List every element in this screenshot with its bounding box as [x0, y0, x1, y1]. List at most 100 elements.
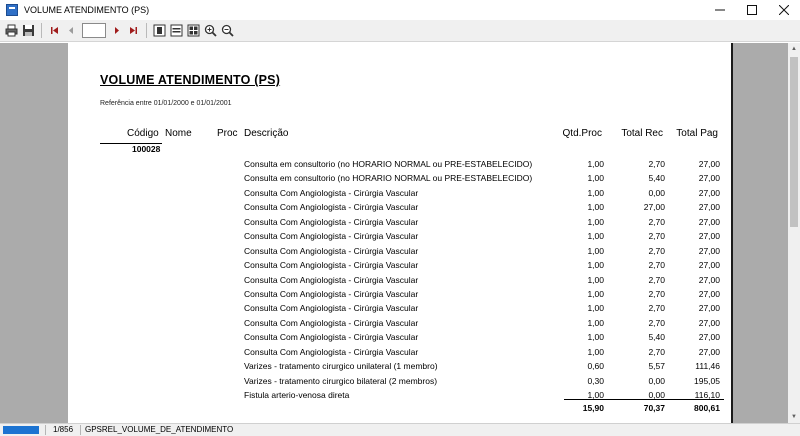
column-header-proc: Proc [217, 128, 238, 139]
total-pag: 800,61 [694, 403, 720, 413]
row-total-pag: 27,00 [698, 317, 720, 328]
row-description: Consulta Com Angiologista - Cirúrgia Vas… [244, 245, 419, 256]
row-total-rec: 2,70 [648, 303, 665, 314]
status-separator [80, 425, 81, 435]
next-page-icon [114, 27, 119, 34]
page-width-button[interactable] [168, 23, 184, 39]
next-page-button[interactable] [108, 23, 124, 39]
maximize-button[interactable] [736, 0, 768, 20]
previous-page-button[interactable] [63, 23, 79, 39]
row-qtd-proc: 1,00 [587, 260, 604, 271]
print-button[interactable] [3, 23, 19, 39]
row-total-rec: 2,70 [648, 288, 665, 299]
row-qtd-proc: 1,00 [587, 332, 604, 343]
row-total-rec: 2,70 [648, 159, 665, 169]
report-rows: Consulta em consultorio (no HORARIO NORM… [68, 157, 733, 402]
first-page-button[interactable] [46, 23, 62, 39]
window-title: VOLUME ATENDIMENTO (PS) [24, 5, 150, 15]
row-total-rec: 0,00 [648, 375, 665, 386]
page-number-input[interactable] [82, 23, 106, 38]
column-header-qtd-proc: Qtd.Proc [562, 128, 602, 139]
table-row: Consulta em consultorio (no HORARIO NORM… [68, 171, 733, 185]
table-row: Consulta Com Angiologista - Cirúrgia Vas… [68, 258, 733, 272]
row-qtd-proc: 0,60 [587, 361, 604, 372]
column-header-nome: Nome [165, 128, 192, 139]
row-description: Consulta Com Angiologista - Cirúrgia Vas… [244, 187, 419, 198]
row-total-rec: 5,40 [648, 332, 665, 343]
row-qtd-proc: 1,00 [587, 216, 604, 227]
row-qtd-proc: 0,30 [587, 375, 604, 386]
toolbar-separator [146, 23, 147, 38]
row-total-pag: 27,00 [698, 245, 720, 256]
row-qtd-proc: 1,00 [587, 187, 604, 198]
zoom-out-button[interactable] [219, 23, 235, 39]
scroll-up-arrow-icon[interactable]: ▲ [788, 43, 800, 55]
maximize-icon [747, 5, 757, 15]
page-count: 1/856 [53, 425, 74, 434]
table-row: Consulta Com Angiologista - Cirúrgia Vas… [68, 345, 733, 359]
row-description: Consulta em consultorio (no HORARIO NORM… [244, 173, 533, 184]
row-total-pag: 27,00 [698, 187, 720, 198]
scroll-down-arrow-icon[interactable]: ▼ [788, 411, 800, 423]
row-qtd-proc: 1,00 [587, 202, 604, 213]
row-total-pag: 27,00 [698, 303, 720, 314]
group-code: 100028 [132, 144, 161, 154]
table-row: Varizes - tratamento cirurgico unilatera… [68, 359, 733, 373]
preview-toolbar [0, 20, 800, 42]
table-row: Consulta Com Angiologista - Cirúrgia Vas… [68, 186, 733, 200]
row-qtd-proc: 1,00 [587, 173, 604, 184]
scrollbar-thumb[interactable] [790, 57, 798, 227]
row-description: Consulta Com Angiologista - Cirúrgia Vas… [244, 216, 419, 227]
status-separator [45, 425, 46, 435]
row-total-rec: 2,70 [648, 317, 665, 328]
zoom-out-icon [221, 24, 234, 37]
save-button[interactable] [20, 23, 36, 39]
single-page-button[interactable] [151, 23, 167, 39]
row-total-rec: 0,00 [648, 187, 665, 198]
row-description: Consulta Com Angiologista - Cirúrgia Vas… [244, 231, 419, 242]
row-total-rec: 2,70 [648, 216, 665, 227]
column-header-codigo: Código [127, 128, 159, 139]
row-total-pag: 111,46 [695, 361, 720, 372]
report-reference: Referência entre 01/01/2000 e 01/01/2001 [100, 100, 232, 107]
vertical-scrollbar[interactable]: ▲ ▼ [788, 43, 800, 423]
row-description: Consulta Com Angiologista - Cirúrgia Vas… [244, 303, 419, 314]
row-total-pag: 116,10 [694, 390, 720, 400]
report-preview-area[interactable]: VOLUME ATENDIMENTO (PS) Referência entre… [0, 43, 788, 423]
report-title: VOLUME ATENDIMENTO (PS) [100, 73, 281, 87]
single-page-icon [153, 24, 165, 37]
last-page-icon [129, 27, 137, 34]
table-row: Consulta Com Angiologista - Cirúrgia Vas… [68, 316, 733, 330]
close-button[interactable] [768, 0, 800, 20]
table-row: Consulta Com Angiologista - Cirúrgia Vas… [68, 215, 733, 229]
multi-page-button[interactable] [185, 23, 201, 39]
row-total-rec: 2,70 [648, 260, 665, 271]
row-qtd-proc: 1,00 [587, 159, 604, 169]
report-name: GPSREL_VOLUME_DE_ATENDIMENTO [85, 425, 234, 434]
row-description: Consulta Com Angiologista - Cirúrgia Vas… [244, 288, 419, 299]
totals-divider [564, 399, 724, 400]
table-row: Consulta Com Angiologista - Cirúrgia Vas… [68, 287, 733, 301]
table-row: Consulta Com Angiologista - Cirúrgia Vas… [68, 330, 733, 344]
total-rec: 70,37 [643, 403, 665, 413]
row-description: Consulta Com Angiologista - Cirúrgia Vas… [244, 274, 419, 285]
row-total-rec: 2,70 [648, 231, 665, 242]
table-row: Consulta Com Angiologista - Cirúrgia Vas… [68, 301, 733, 315]
zoom-in-button[interactable] [202, 23, 218, 39]
floppy-disk-icon [22, 25, 34, 36]
zoom-in-icon [204, 24, 217, 37]
last-page-button[interactable] [125, 23, 141, 39]
row-qtd-proc: 1,00 [587, 245, 604, 256]
page-width-icon [170, 24, 182, 37]
row-total-rec: 2,70 [648, 346, 665, 357]
row-qtd-proc: 1,00 [587, 274, 604, 285]
window-controls [704, 0, 800, 20]
row-qtd-proc: 1,00 [587, 303, 604, 314]
multi-page-icon [187, 24, 199, 37]
column-header-total-pag: Total Pag [676, 128, 718, 139]
row-total-pag: 27,00 [698, 274, 720, 285]
minimize-button[interactable] [704, 0, 736, 20]
row-description: Consulta Com Angiologista - Cirúrgia Vas… [244, 332, 419, 343]
row-total-rec: 2,70 [648, 274, 665, 285]
row-total-rec: 0,00 [648, 390, 665, 400]
